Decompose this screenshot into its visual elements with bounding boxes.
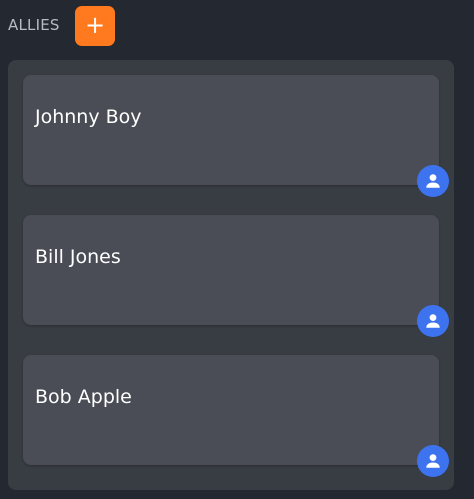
ally-name: Bill Jones: [35, 246, 121, 268]
page-title: ALLIES: [8, 16, 60, 34]
person-icon: [426, 454, 440, 468]
allies-panel: Johnny Boy Bill Jones Bob Apple: [8, 60, 454, 490]
person-icon: [426, 174, 440, 188]
ally-name: Bob Apple: [35, 386, 132, 408]
ally-card[interactable]: Bill Jones: [23, 215, 439, 325]
add-ally-button[interactable]: +: [75, 6, 115, 46]
person-icon: [426, 314, 440, 328]
avatar[interactable]: [417, 305, 449, 337]
avatar[interactable]: [417, 165, 449, 197]
ally-card[interactable]: Bob Apple: [23, 355, 439, 465]
ally-card[interactable]: Johnny Boy: [23, 75, 439, 185]
avatar[interactable]: [417, 445, 449, 477]
header: ALLIES +: [0, 0, 474, 50]
ally-name: Johnny Boy: [35, 106, 142, 128]
